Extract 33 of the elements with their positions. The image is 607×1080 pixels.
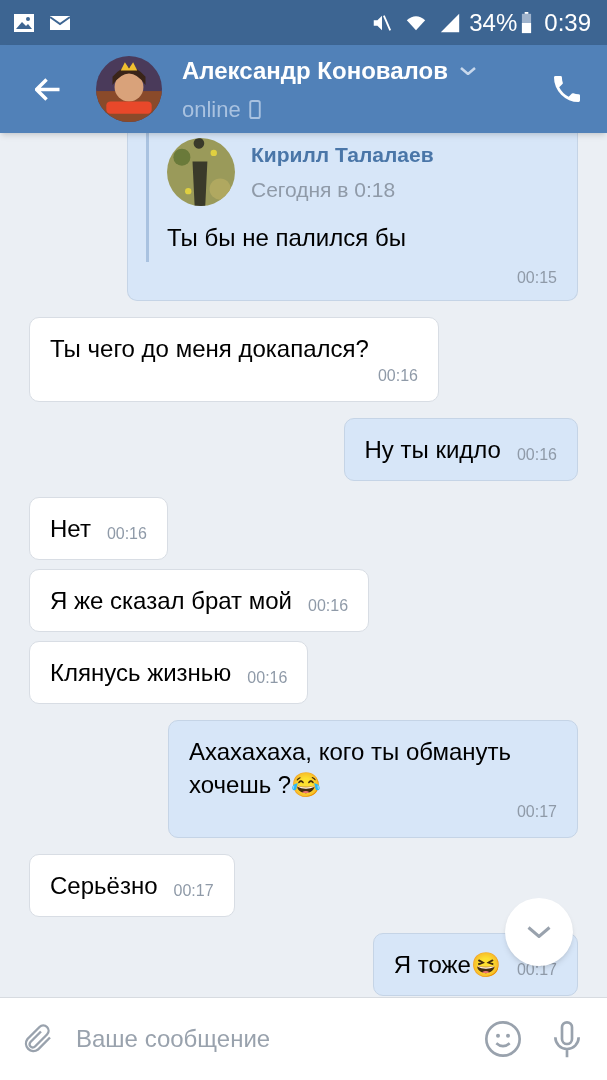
message-text: Ахахахаха, кого ты обмануть хочешь ?😂 (189, 737, 513, 800)
message-time: 00:15 (516, 268, 557, 288)
clock-time: 0:39 (544, 7, 591, 38)
message-time: 00:16 (308, 596, 349, 616)
message-input[interactable]: Ваше сообщение (76, 1021, 483, 1057)
composer-bar[interactable]: Ваше сообщение (0, 997, 607, 1080)
chevron-down-icon (459, 66, 476, 75)
message-text: Ну ты кидло (364, 435, 501, 465)
message-time: 00:17 (173, 881, 214, 901)
message-text: Ты чего до меня докапался? (50, 334, 369, 364)
message-text: Нет (50, 514, 91, 544)
back-arrow-icon[interactable] (35, 77, 61, 101)
message-time: 00:16 (106, 524, 147, 544)
forward-text: Ты бы не палился бы (167, 223, 407, 253)
emoji-icon[interactable] (483, 1019, 523, 1059)
online-status: online (182, 95, 241, 124)
message-time: 00:16 (516, 445, 557, 465)
message-time: 00:16 (247, 668, 288, 688)
chevron-down-icon[interactable] (527, 926, 551, 938)
message-text: Серьёзно (50, 871, 158, 901)
battery-icon (521, 11, 533, 34)
contact-name[interactable]: Александр Коновалов (182, 52, 448, 89)
message-text: Я тоже😆 (393, 950, 501, 980)
forward-author[interactable]: Кирилл Талалаев (251, 138, 434, 170)
message-text: Клянусь жизнью (50, 658, 232, 688)
battery-percent: 34% (469, 7, 518, 38)
message-time: 00:16 (377, 366, 418, 386)
phone-icon[interactable] (554, 76, 580, 102)
message-time: 00:17 (516, 802, 557, 822)
forward-date: Сегодня в 0:18 (251, 177, 397, 203)
signal-icon (439, 11, 462, 34)
phone-device-icon (248, 99, 261, 119)
message-text: Я же сказал брат мой (50, 586, 293, 616)
